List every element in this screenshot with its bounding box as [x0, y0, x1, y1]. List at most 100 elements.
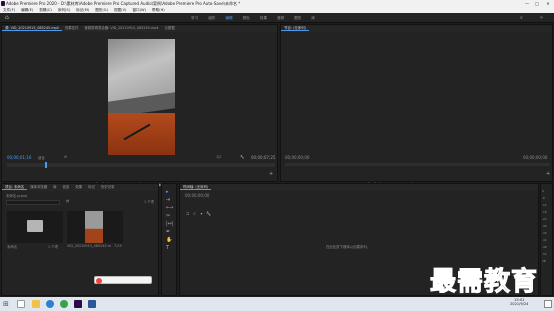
meter-label: -48 — [542, 245, 547, 249]
workspace-tab-graphics[interactable]: 图形 — [289, 13, 306, 23]
taskbar-search-icon[interactable] — [17, 300, 25, 308]
more-icon[interactable]: » — [540, 13, 543, 23]
workspace-tab-libraries[interactable]: 库 — [306, 13, 320, 23]
project-search-input[interactable] — [6, 200, 60, 205]
snap-icon[interactable]: ⊐ — [184, 211, 191, 216]
maximize-button[interactable]: □ — [532, 0, 542, 7]
home-icon[interactable]: ⌂ — [5, 13, 9, 23]
workspace-tab-effects[interactable]: 效果 — [255, 13, 272, 23]
bin-thumbnail[interactable] — [7, 211, 63, 243]
ripple-edit-tool-icon[interactable]: ⟷ — [166, 205, 173, 211]
tab-source[interactable]: 源: VID_20210915_085245.mp4 — [2, 26, 62, 31]
slip-tool-icon[interactable]: |↔| — [166, 221, 174, 227]
tab-history[interactable]: 历史记录 — [98, 185, 118, 189]
source-timecode-in[interactable]: 00;00;01;16 — [7, 155, 31, 160]
workspace-tab-audio[interactable]: 音频 — [272, 13, 289, 23]
tab-effects[interactable]: 效果 — [72, 185, 85, 189]
timeline-timecode[interactable]: 00;00;00;00 — [185, 193, 209, 198]
ime-toolbar[interactable] — [94, 276, 152, 284]
window-title: Adobe Premiere Pro 2020 - D:\素材库\Adobe P… — [6, 1, 241, 6]
prog-add-button-icon[interactable]: + — [546, 171, 550, 177]
windows-start-icon[interactable]: ⊞ — [3, 300, 9, 308]
meter-label: -54 — [542, 252, 547, 256]
minimize-button[interactable]: — — [522, 0, 532, 7]
workspace-tab-assembly[interactable]: 组件 — [203, 13, 220, 23]
close-button[interactable]: ✕ — [543, 0, 553, 7]
source-panel-tabs: 源: VID_20210915_085245.mp4 效果控件 音频剪辑混合器: V… — [2, 25, 277, 32]
floor-area — [108, 113, 175, 155]
type-tool-icon[interactable]: T — [166, 245, 169, 251]
premiere-logo-icon — [1, 1, 5, 6]
bin-meta: 1 个项 — [48, 245, 59, 249]
timeline-settings-icon[interactable]: 🔧 — [205, 211, 212, 216]
program-scrubber[interactable] — [285, 163, 550, 166]
meter-label: dB — [542, 259, 546, 263]
selection-tool-icon[interactable]: ▸ — [166, 189, 169, 195]
tab-program[interactable]: 节目: (无序列) — [281, 26, 309, 31]
workspace-tab-editing[interactable]: 编辑 — [220, 13, 237, 23]
video-preview[interactable] — [108, 39, 175, 155]
clip-preview — [85, 211, 103, 243]
search-icon[interactable]: ⌕ — [520, 13, 523, 23]
meter-scale: 0 -6 -12 -18 -24 -30 -36 -42 -48 -54 dB — [542, 188, 552, 265]
workspace-tab-learn[interactable]: 学习 — [186, 13, 203, 23]
tab-libraries[interactable]: 库 — [50, 185, 59, 189]
system-clock[interactable]: 15:01 2021/9/24 — [510, 298, 528, 306]
program-monitor-panel: 节目: (无序列) 00;00;00;00 00;00;00;00 {}|←◂▶… — [280, 24, 553, 187]
add-marker-icon[interactable]: ▾ — [198, 211, 205, 216]
pen-tool-icon[interactable]: ✒ — [166, 229, 170, 235]
title-bar: Adobe Premiere Pro 2020 - D:\素材库\Adobe P… — [0, 0, 554, 7]
meter-label: -42 — [542, 238, 547, 242]
meter-label: -18 — [542, 210, 547, 214]
tab-markers[interactable]: 标记 — [85, 185, 98, 189]
file-explorer-icon[interactable] — [32, 300, 40, 308]
meter-label: -36 — [542, 231, 547, 235]
word-icon[interactable] — [88, 300, 96, 308]
linked-selection-icon[interactable]: ⊂ — [191, 211, 198, 216]
source-timecode-duration: 00;00;07;25 — [251, 155, 276, 160]
tab-metadata[interactable]: 元数据 — [162, 26, 178, 30]
project-panel-tabs: 项目: 未命名 媒体浏览器库信息 效果 标记 历史记录 — [2, 184, 158, 191]
tab-timeline[interactable]: 时间轴: (无序列) — [180, 185, 212, 190]
tab-effect-controls[interactable]: 效果控件 — [62, 26, 82, 30]
fit-dropdown[interactable]: 适合 — [38, 155, 45, 160]
clip-thumbnail[interactable] — [67, 211, 123, 243]
workspace-tab-color[interactable]: 颜色 — [238, 13, 255, 23]
razor-tool-icon[interactable]: ✂ — [166, 213, 170, 219]
source-monitor-panel: 源: VID_20210915_085245.mp4 效果控件 音频剪辑混合器: V… — [1, 24, 278, 187]
source-scrubber[interactable] — [7, 162, 275, 168]
settings-icon[interactable]: ⚙ — [64, 155, 67, 159]
track-select-tool-icon[interactable]: ⇥ — [166, 197, 170, 203]
hand-tool-icon[interactable]: ✋ — [166, 237, 172, 243]
tab-info[interactable]: 信息 — [60, 185, 73, 189]
folder-icon — [27, 220, 43, 232]
tools-panel: ▸ ⇥ ⟷ ✂ |↔| ✒ ✋ T — [161, 183, 177, 296]
timeline-panel-tabs: 时间轴: (无序列) — [180, 184, 538, 191]
program-timecode-left: 00;00;00;00 — [285, 155, 310, 160]
notification-icon[interactable] — [544, 300, 552, 308]
add-button-icon[interactable]: + — [269, 171, 273, 177]
project-panel: 项目: 未命名 媒体浏览器库信息 效果 标记 历史记录 未命名.prproj ▤ 1 个… — [1, 183, 159, 303]
program-panel-tabs: 节目: (无序列) — [281, 25, 552, 32]
tab-project[interactable]: 项目: 未命名 — [2, 185, 28, 190]
meter-label: 0 — [542, 189, 544, 193]
clock-date: 2021/9/24 — [510, 302, 529, 306]
premiere-taskbar-icon[interactable] — [74, 300, 82, 308]
playhead[interactable] — [45, 162, 47, 168]
timeline-drop-hint: 在此处放下媒体以创建序列。 — [326, 245, 371, 249]
program-timecode-right: 00;00;00;00 — [523, 155, 548, 160]
edge-browser-icon[interactable] — [46, 300, 54, 308]
project-file-name: 未命名.prproj — [6, 194, 28, 198]
quality-dropdown[interactable]: 1/2 — [216, 155, 221, 159]
tab-media-browser[interactable]: 媒体浏览器 — [27, 185, 50, 189]
chrome-icon[interactable] — [60, 300, 68, 308]
tab-audio-clip-mixer[interactable]: 音频剪辑混合器: VID_20210915_085245.mp4 — [81, 26, 161, 30]
watermark-text: 最需教育 — [429, 267, 539, 298]
ime-logo-icon — [96, 278, 102, 284]
clip-duration: 7;25 — [114, 244, 122, 248]
bin-icon[interactable]: ▤ — [66, 199, 69, 203]
meter-label: -30 — [542, 224, 547, 228]
wrench-icon[interactable]: 🔧 — [240, 155, 244, 159]
windows-taskbar — [0, 297, 554, 311]
workspace-bar: ⌂ 学习 组件 编辑 颜色 效果 音频 图形库 ⌕ » — [0, 13, 554, 23]
